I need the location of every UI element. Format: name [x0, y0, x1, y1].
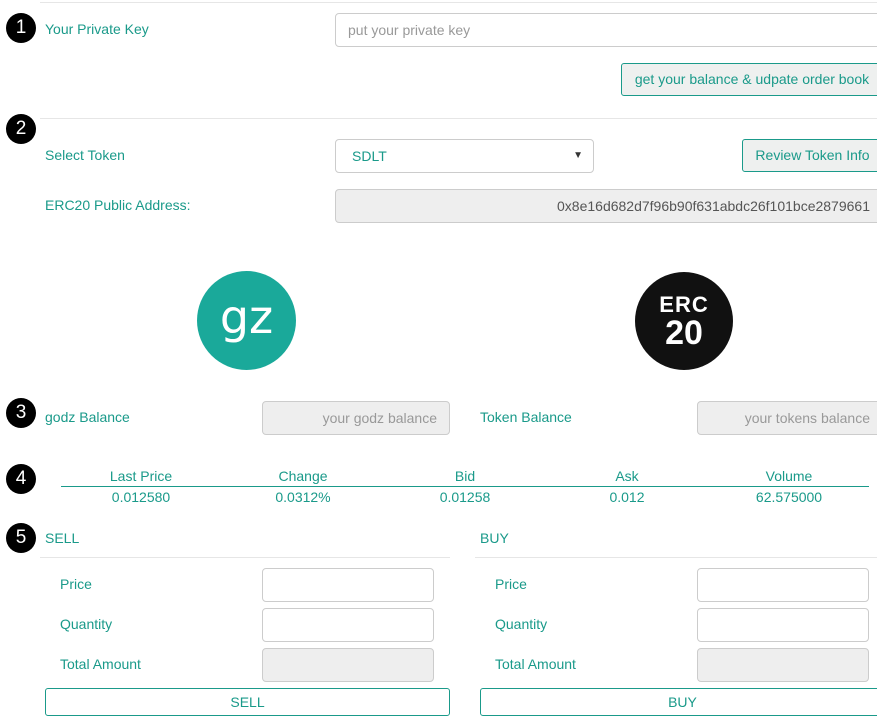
section-2-divider [40, 118, 877, 119]
token-balance-field[interactable]: your tokens balance [697, 401, 877, 435]
sell-divider [40, 557, 450, 558]
godz-logo: gz [197, 271, 296, 370]
step-3-badge: 3 [6, 398, 36, 428]
sell-total-label: Total Amount [60, 656, 141, 672]
erc20-address-field[interactable]: 0x8e16d682d7f96b90f631abdc26f101bce28796… [335, 189, 877, 223]
token-select-value: SDLT [352, 148, 387, 164]
sell-button[interactable]: SELL [45, 688, 450, 716]
buy-button[interactable]: BUY [480, 688, 877, 716]
stat-value: 0.01258 [439, 489, 491, 505]
token-select[interactable]: SDLT ▼ [335, 139, 594, 173]
stat-header: Last Price [109, 468, 173, 484]
get-balance-button[interactable]: get your balance & udpate order book [621, 63, 877, 96]
sell-total-field[interactable] [262, 648, 434, 682]
stat-header: Volume [765, 468, 813, 484]
buy-quantity-input[interactable] [697, 608, 869, 642]
step-4-badge: 4 [6, 464, 36, 494]
buy-total-label: Total Amount [495, 656, 576, 672]
step-5-badge: 5 [6, 523, 36, 553]
godz-balance-label: godz Balance [45, 409, 130, 425]
buy-price-label: Price [495, 576, 527, 592]
buy-total-field[interactable] [697, 648, 869, 682]
private-key-input[interactable]: put your private key [335, 13, 877, 47]
review-token-info-button[interactable]: Review Token Info [742, 139, 877, 172]
sell-title: SELL [45, 530, 80, 546]
buy-divider [475, 557, 877, 558]
stat-value: 62.575000 [755, 489, 823, 505]
erc20-logo: ERC 20 [635, 272, 733, 370]
buy-price-input[interactable] [697, 568, 869, 602]
step-2-badge: 2 [6, 114, 36, 144]
stats-divider [61, 486, 869, 487]
sell-quantity-label: Quantity [60, 616, 113, 632]
select-token-label: Select Token [45, 147, 125, 163]
private-key-label: Your Private Key [45, 21, 149, 37]
chevron-down-icon: ▼ [573, 150, 583, 161]
top-divider [40, 2, 877, 3]
stat-header: Ask [615, 468, 639, 484]
step-1-badge: 1 [6, 13, 36, 43]
stat-value: 0.012 [609, 489, 645, 505]
erc20-address-label: ERC20 Public Address: [45, 197, 191, 213]
sell-quantity-input[interactable] [262, 608, 434, 642]
stat-header: Bid [454, 468, 476, 484]
buy-quantity-label: Quantity [495, 616, 548, 632]
godz-logo-text: gz [219, 290, 274, 344]
sell-price-label: Price [60, 576, 92, 592]
buy-title: BUY [480, 530, 509, 546]
erc20-logo-line2: 20 [665, 314, 703, 352]
sell-price-input[interactable] [262, 568, 434, 602]
stat-value: 0.0312% [275, 489, 331, 505]
stat-value: 0.012580 [111, 489, 171, 505]
stat-header: Change [278, 468, 328, 484]
godz-balance-field[interactable]: your godz balance [262, 401, 450, 435]
token-balance-label: Token Balance [480, 409, 572, 425]
